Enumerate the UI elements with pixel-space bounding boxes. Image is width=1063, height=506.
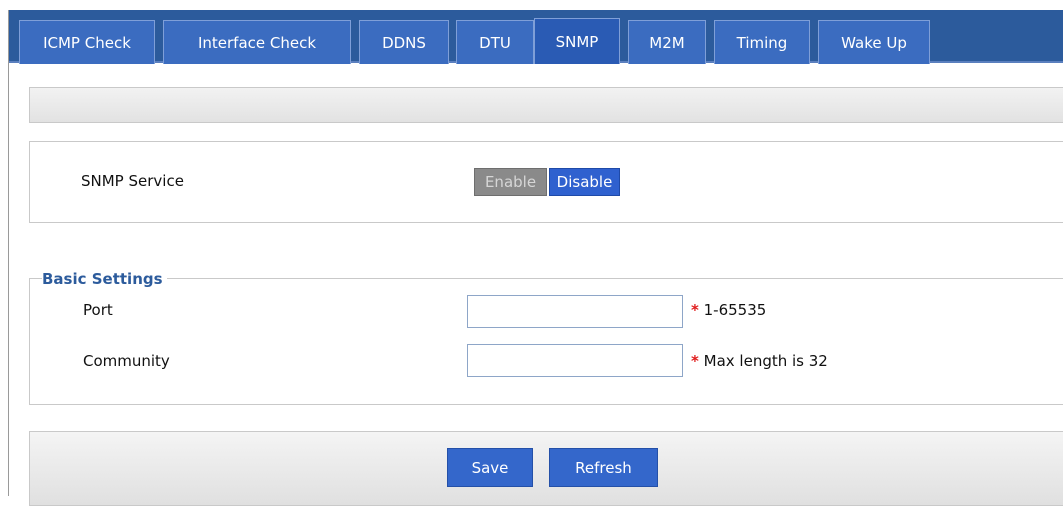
tab-snmp[interactable]: SNMP [534,18,620,64]
header-strip [29,87,1063,123]
tab-icmp-check[interactable]: ICMP Check [19,20,155,64]
tab-interface-check[interactable]: Interface Check [163,20,351,64]
snmp-service-label: SNMP Service [81,172,184,190]
snmp-service-section: SNMP Service Enable Disable [29,141,1063,223]
tab-m2m[interactable]: M2M [628,20,706,64]
port-input[interactable] [467,295,683,328]
community-hint: * Max length is 32 [691,352,828,370]
action-bar: Save Refresh [29,431,1063,506]
community-label: Community [83,352,170,370]
tab-wake-up[interactable]: Wake Up [818,20,930,64]
tab-dtu[interactable]: DTU [456,20,534,64]
basic-settings-fieldset: Basic Settings Port * 1-65535 Community … [29,270,1063,405]
port-hint: * 1-65535 [691,301,766,319]
required-mark: * [691,301,699,319]
enable-button[interactable]: Enable [474,168,547,196]
save-button[interactable]: Save [447,448,533,487]
tab-bar: ICMP Check Interface Check DDNS DTU SNMP… [9,10,1063,64]
page-frame: ICMP Check Interface Check DDNS DTU SNMP… [8,10,1063,506]
port-range-hint: 1-65535 [703,301,767,319]
community-input[interactable] [467,344,683,377]
basic-settings-legend: Basic Settings [42,270,167,288]
port-label: Port [83,301,113,319]
tab-ddns[interactable]: DDNS [359,20,449,64]
tab-timing[interactable]: Timing [714,20,810,64]
required-mark: * [691,352,699,370]
disable-button[interactable]: Disable [549,168,620,196]
refresh-button[interactable]: Refresh [549,448,658,487]
community-length-hint: Max length is 32 [703,352,828,370]
